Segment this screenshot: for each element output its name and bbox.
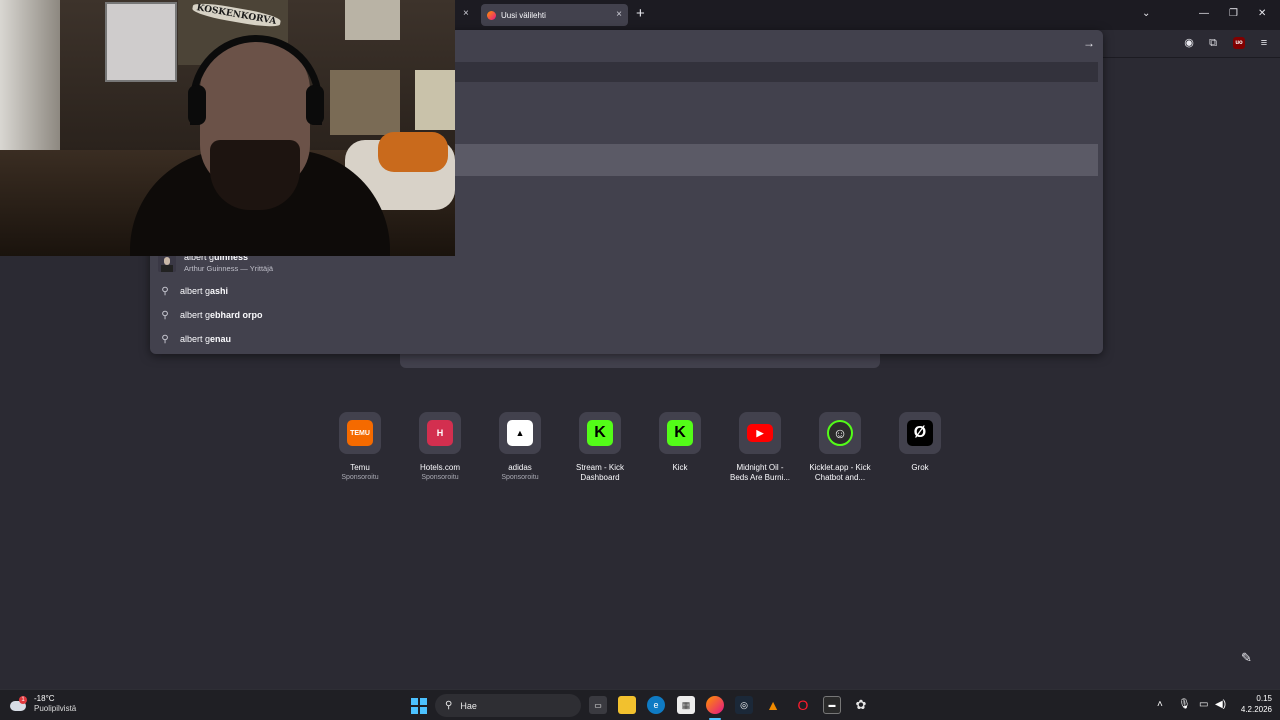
sponsored-label: Sponsoroitu — [421, 474, 459, 481]
suggestion-text: albert genau — [180, 334, 232, 344]
notification-badge: 1 — [19, 696, 27, 704]
task-view-icon[interactable]: ▭ — [589, 696, 607, 714]
kick-icon: K — [667, 420, 693, 446]
ublock-icon[interactable]: uo — [1233, 37, 1245, 49]
site-tile: K — [579, 412, 621, 454]
suggestion-item[interactable]: ⚲ albert gashi — [150, 280, 228, 302]
search-box[interactable] — [400, 352, 880, 368]
tab-close-icon[interactable]: × — [616, 9, 622, 21]
top-sites: TEMU Temu Sponsoroitu H Hotels.com Spons… — [320, 412, 960, 492]
site-name: Hotels.com — [419, 463, 460, 472]
site-name: Temu — [350, 463, 370, 472]
site-tile: ▶ — [739, 412, 781, 454]
search-icon: ⚲ — [161, 309, 169, 321]
top-site-kicklet[interactable]: ☺ Kicklet.app - Kick Chatbot and... — [800, 412, 880, 483]
list-all-tabs-icon[interactable]: ⌄ — [1142, 8, 1150, 19]
menu-icon[interactable]: ≡ — [1257, 36, 1271, 50]
site-tile: ☺ — [819, 412, 861, 454]
search-icon: ⚲ — [445, 700, 453, 711]
opera-icon[interactable]: O — [794, 696, 812, 714]
poster — [415, 70, 455, 130]
file-explorer-icon[interactable] — [618, 696, 636, 714]
microphone-icon[interactable]: 🎙 — [1178, 699, 1191, 710]
kicklet-icon: ☺ — [827, 420, 853, 446]
top-site-stream-kick[interactable]: K Stream - Kick Dashboard — [560, 412, 640, 483]
adidas-icon: ▲ — [507, 420, 533, 446]
site-tile: K — [659, 412, 701, 454]
suggestion-item[interactable]: ⚲ albert gebhard orpo — [150, 304, 263, 326]
suggestion-text: albert gashi — [180, 286, 229, 296]
firefox-icon[interactable] — [706, 696, 724, 714]
new-tab-button[interactable]: + — [636, 6, 645, 22]
sponsored-label: Sponsoroitu — [501, 474, 539, 481]
vlc-icon[interactable]: ▲ — [764, 696, 782, 714]
search-icon: ⚲ — [161, 285, 169, 297]
sponsored-label: Sponsoroitu — [341, 474, 379, 481]
top-site-temu[interactable]: TEMU Temu Sponsoroitu — [320, 412, 400, 483]
account-icon[interactable]: ◉ — [1182, 36, 1196, 50]
site-name: Midnight Oil - Beds Are Burni... — [729, 463, 791, 482]
weather-widget[interactable]: 1 -18°C Puolipilvistä — [10, 694, 76, 714]
temu-icon: TEMU — [347, 420, 373, 446]
weather-condition: Puolipilvistä — [34, 704, 77, 713]
tab-title: Uusi välilehti — [501, 10, 546, 20]
clock-time: 0.15 — [1256, 694, 1272, 703]
suggestion-subtitle: Arthur Guinness — Yrittäjä — [184, 264, 274, 273]
terminal-icon[interactable]: ▬ — [823, 696, 841, 714]
search-icon: ⚲ — [161, 333, 169, 345]
minimize-button[interactable]: — — [1199, 8, 1209, 20]
firefox-icon — [487, 10, 496, 20]
person-thumbnail — [158, 254, 176, 272]
network-icon[interactable]: ▭ — [1199, 699, 1208, 710]
taskbar-search[interactable]: ⚲ Hae — [435, 694, 581, 717]
site-tile: TEMU — [339, 412, 381, 454]
volume-icon[interactable]: ◀) — [1215, 699, 1226, 710]
edge-icon[interactable]: e — [647, 696, 665, 714]
site-tile: Ø — [899, 412, 941, 454]
tab-new-tab[interactable]: Uusi välilehti × — [481, 4, 628, 26]
store-icon[interactable]: ▦ — [677, 696, 695, 714]
top-site-midnight-oil[interactable]: ▶ Midnight Oil - Beds Are Burni... — [720, 412, 800, 483]
weather-icon: 1 — [10, 696, 28, 712]
start-button[interactable] — [411, 698, 427, 714]
webcam-overlay: KOSKENKORVA — [0, 0, 455, 256]
top-site-hotels[interactable]: H Hotels.com Sponsoroitu — [400, 412, 480, 483]
poster — [330, 70, 400, 135]
site-tile: H — [419, 412, 461, 454]
site-name: Kicklet.app - Kick Chatbot and... — [809, 463, 871, 482]
suggestion-text: albert gebhard orpo — [180, 310, 263, 320]
kick-icon: K — [587, 420, 613, 446]
weather-temp: -18°C — [34, 694, 55, 703]
youtube-icon: ▶ — [747, 424, 773, 442]
taskbar: 1 -18°C Puolipilvistä ⚲ Hae ▭ e ▦ ◎ ▲ O … — [0, 689, 1280, 720]
top-site-adidas[interactable]: ▲ adidas Sponsoroitu — [480, 412, 560, 483]
show-hidden-icons[interactable]: ˄ — [1157, 699, 1163, 710]
hotels-icon: H — [427, 420, 453, 446]
close-window-button[interactable]: ✕ — [1258, 8, 1266, 20]
clock-date: 4.2.2026 — [1240, 705, 1272, 714]
edit-pencil-icon[interactable]: ✎ — [1241, 650, 1252, 666]
site-name: adidas — [508, 463, 532, 472]
site-tile: ▲ — [499, 412, 541, 454]
site-name: Grok — [911, 463, 929, 472]
site-name: Kick — [672, 463, 688, 472]
top-site-kick[interactable]: K Kick — [640, 412, 720, 473]
suggestion-item[interactable]: ⚲ albert genau — [150, 328, 231, 350]
search-placeholder: Hae — [460, 700, 477, 711]
steam-icon[interactable]: ◎ — [735, 696, 753, 714]
grok-icon: Ø — [907, 420, 933, 446]
clock[interactable]: 0.15 4.2.2026 — [1236, 693, 1272, 715]
maximize-button[interactable]: ❐ — [1229, 8, 1238, 20]
poster — [345, 0, 400, 40]
go-arrow-icon[interactable]: → — [1083, 36, 1095, 50]
poster — [105, 2, 177, 82]
close-icon[interactable]: × — [463, 8, 469, 20]
site-name: Stream - Kick Dashboard — [575, 463, 624, 482]
chatgpt-icon[interactable]: ✿ — [852, 696, 870, 714]
extensions-icon[interactable]: ⧉ — [1206, 36, 1220, 50]
top-site-grok[interactable]: Ø Grok — [880, 412, 960, 473]
